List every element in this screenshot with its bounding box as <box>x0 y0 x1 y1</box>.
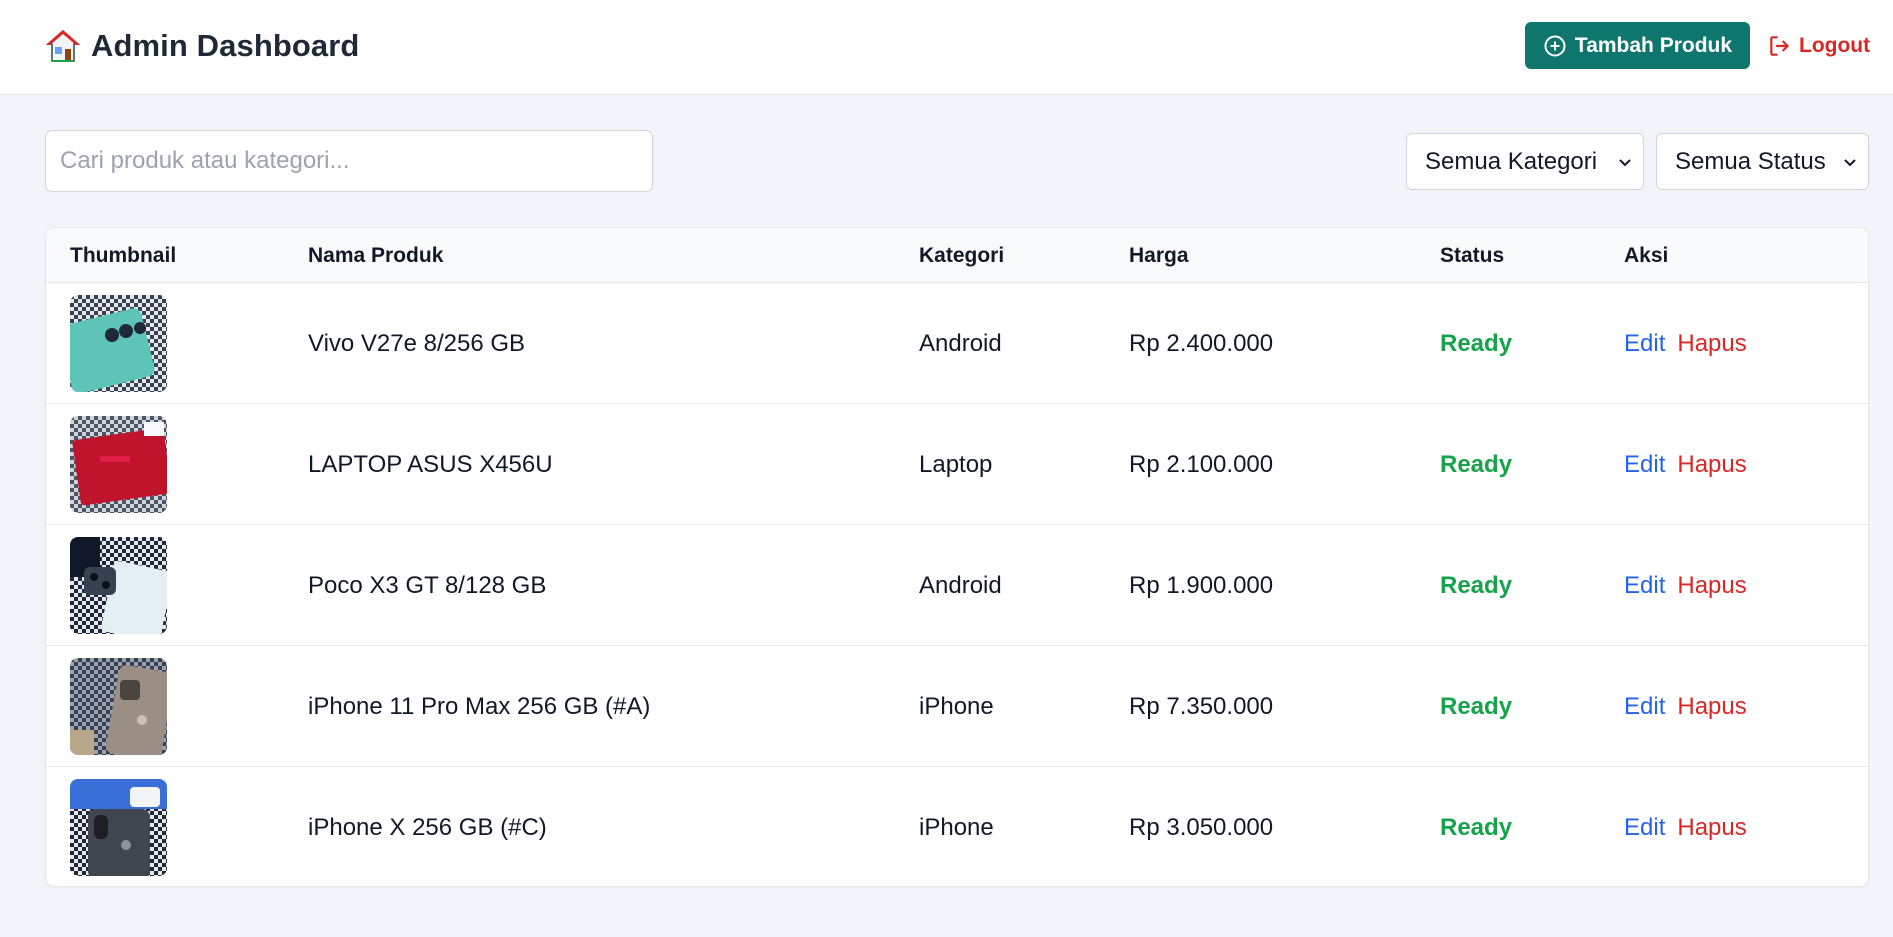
product-thumbnail <box>70 537 167 634</box>
status-badge: Ready <box>1440 572 1513 599</box>
product-name: Poco X3 GT 8/128 GB <box>308 572 547 599</box>
house-icon <box>45 30 81 62</box>
status-badge: Ready <box>1440 451 1513 478</box>
table-row: iPhone X 256 GB (#C) iPhone Rp 3.050.000… <box>46 767 1868 886</box>
product-category: iPhone <box>919 814 994 841</box>
page-title: Admin Dashboard <box>91 28 360 63</box>
header-name: Nama Produk <box>308 244 444 267</box>
product-price: Rp 3.050.000 <box>1129 814 1274 841</box>
logout-button[interactable]: Logout <box>1767 26 1870 66</box>
row-actions: Edit Hapus <box>1624 646 1747 767</box>
edit-link[interactable]: Edit <box>1624 572 1665 599</box>
product-thumbnail <box>70 779 167 876</box>
table-header: Thumbnail Nama Produk Kategori Harga Sta… <box>46 228 1868 283</box>
table-row: Vivo V27e 8/256 GB Android Rp 2.400.000 … <box>46 283 1868 404</box>
edit-link[interactable]: Edit <box>1624 814 1665 841</box>
search-input[interactable] <box>45 130 653 192</box>
row-actions: Edit Hapus <box>1624 525 1747 646</box>
status-badge: Ready <box>1440 330 1513 357</box>
delete-link[interactable]: Hapus <box>1677 814 1746 841</box>
add-product-label: Tambah Produk <box>1574 33 1733 57</box>
header-category: Kategori <box>919 244 1005 267</box>
product-thumbnail <box>70 416 167 513</box>
product-price: Rp 7.350.000 <box>1129 693 1274 720</box>
product-category: iPhone <box>919 693 994 720</box>
header-actions: Aksi <box>1624 244 1669 267</box>
top-header: Admin Dashboard Tambah Produk Logout <box>0 0 1893 95</box>
table-row: iPhone 11 Pro Max 256 GB (#A) iPhone Rp … <box>46 646 1868 767</box>
status-badge: Ready <box>1440 693 1513 720</box>
chevron-down-icon <box>1619 158 1631 166</box>
header-price: Harga <box>1129 244 1189 267</box>
product-price: Rp 2.100.000 <box>1129 451 1274 478</box>
delete-link[interactable]: Hapus <box>1677 693 1746 720</box>
table-row: LAPTOP ASUS X456U Laptop Rp 2.100.000 Re… <box>46 404 1868 525</box>
header-status: Status <box>1440 244 1505 267</box>
product-category: Laptop <box>919 451 993 478</box>
header-thumbnail: Thumbnail <box>70 244 177 267</box>
status-select[interactable]: Semua Status <box>1656 133 1869 190</box>
product-name: iPhone X 256 GB (#C) <box>308 814 547 841</box>
product-name: LAPTOP ASUS X456U <box>308 451 553 478</box>
product-category: Android <box>919 572 1002 599</box>
product-thumbnail <box>70 658 167 755</box>
edit-link[interactable]: Edit <box>1624 330 1665 357</box>
products-table: Thumbnail Nama Produk Kategori Harga Sta… <box>45 227 1869 887</box>
product-thumbnail <box>70 295 167 392</box>
product-price: Rp 2.400.000 <box>1129 330 1274 357</box>
table-row: Poco X3 GT 8/128 GB Android Rp 1.900.000… <box>46 525 1868 646</box>
edit-link[interactable]: Edit <box>1624 451 1665 478</box>
delete-link[interactable]: Hapus <box>1677 330 1746 357</box>
delete-link[interactable]: Hapus <box>1677 572 1746 599</box>
delete-link[interactable]: Hapus <box>1677 451 1746 478</box>
chevron-down-icon <box>1844 158 1856 166</box>
logout-icon <box>1770 36 1789 56</box>
row-actions: Edit Hapus <box>1624 404 1747 525</box>
row-actions: Edit Hapus <box>1624 767 1747 886</box>
status-select-value: Semua Status <box>1675 147 1826 175</box>
product-name: iPhone 11 Pro Max 256 GB (#A) <box>308 693 651 720</box>
brand: Admin Dashboard <box>45 26 359 66</box>
row-actions: Edit Hapus <box>1624 283 1747 404</box>
add-product-button[interactable]: Tambah Produk <box>1525 22 1750 69</box>
category-select-value: Semua Kategori <box>1425 147 1598 175</box>
product-category: Android <box>919 330 1002 357</box>
status-badge: Ready <box>1440 814 1513 841</box>
product-name: Vivo V27e 8/256 GB <box>308 330 526 357</box>
product-price: Rp 1.900.000 <box>1129 572 1274 599</box>
logout-label: Logout <box>1799 34 1871 57</box>
plus-circle-icon <box>1544 35 1566 56</box>
category-select[interactable]: Semua Kategori <box>1406 133 1644 190</box>
edit-link[interactable]: Edit <box>1624 693 1665 720</box>
